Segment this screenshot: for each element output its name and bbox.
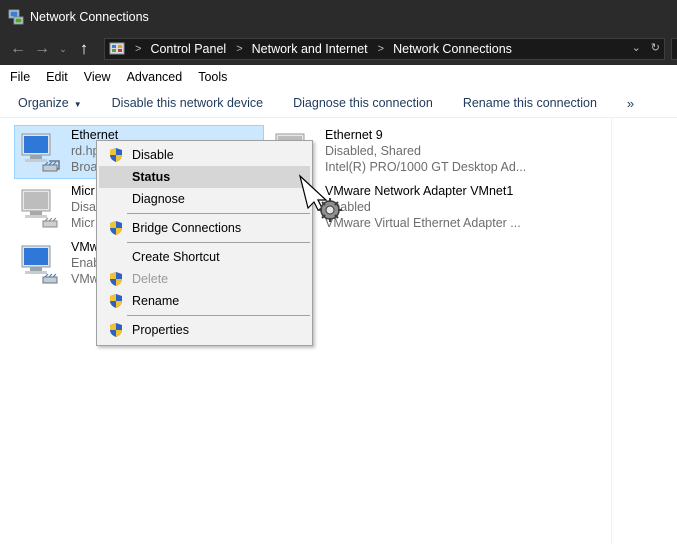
context-menu-delete[interactable]: Delete bbox=[99, 268, 310, 290]
menu-separator bbox=[127, 242, 310, 243]
menu-item-label: Create Shortcut bbox=[132, 250, 220, 264]
menu-bar: File Edit View Advanced Tools bbox=[0, 65, 677, 89]
breadcrumb-separator[interactable]: > bbox=[135, 43, 141, 55]
context-menu-diagnose[interactable]: Diagnose bbox=[99, 188, 310, 210]
recent-locations-chevron-icon[interactable]: ⌄ bbox=[54, 37, 72, 61]
menu-item-label: Status bbox=[132, 170, 171, 184]
control-panel-icon bbox=[109, 41, 125, 57]
context-menu-status[interactable]: Status bbox=[99, 166, 310, 188]
context-menu-create-shortcut[interactable]: Create Shortcut bbox=[99, 246, 310, 268]
context-menu-rename[interactable]: Rename bbox=[99, 290, 310, 312]
uac-shield-icon bbox=[108, 147, 124, 163]
network-adapter-disabled-icon bbox=[19, 187, 63, 231]
refresh-icon[interactable]: ↻ bbox=[651, 41, 660, 54]
network-adapter-icon bbox=[19, 243, 63, 287]
menu-advanced[interactable]: Advanced bbox=[127, 70, 183, 84]
menu-separator bbox=[127, 213, 310, 214]
network-item-text: Ethernet 9 Disabled, Shared Intel(R) PRO… bbox=[325, 127, 526, 175]
address-dropdown-chevron-icon[interactable]: ⌄ bbox=[632, 41, 641, 54]
network-device: VMware Virtual Ethernet Adapter ... bbox=[325, 216, 521, 230]
network-connections-icon bbox=[8, 9, 24, 25]
breadcrumb-separator[interactable]: > bbox=[378, 43, 384, 55]
back-arrow-icon[interactable]: ← bbox=[6, 37, 30, 61]
forward-arrow-icon[interactable]: → bbox=[30, 37, 54, 61]
window-title: Network Connections bbox=[30, 9, 149, 24]
menu-item-label: Disable bbox=[132, 148, 174, 162]
menu-separator bbox=[127, 315, 310, 316]
context-menu-disable[interactable]: Disable bbox=[99, 144, 310, 166]
menu-file[interactable]: File bbox=[10, 70, 30, 84]
navigation-bar: ← → ⌄ ↑ > Control Panel > Network and In… bbox=[0, 33, 677, 65]
network-adapter-icon bbox=[19, 131, 63, 175]
menu-item-label: Bridge Connections bbox=[132, 221, 242, 235]
organize-button[interactable]: Organize ▼ bbox=[18, 96, 82, 110]
menu-item-label: Diagnose bbox=[132, 192, 185, 206]
uac-shield-icon bbox=[108, 271, 124, 287]
organize-label: Organize bbox=[18, 96, 69, 110]
menu-item-label: Rename bbox=[132, 294, 180, 308]
pane-divider bbox=[611, 118, 612, 544]
context-menu-properties[interactable]: Properties bbox=[99, 319, 310, 341]
breadcrumb-network-and-internet[interactable]: Network and Internet bbox=[252, 42, 368, 56]
network-status: Disabled, Shared bbox=[325, 144, 421, 158]
uac-shield-icon bbox=[108, 293, 124, 309]
menu-item-label: Properties bbox=[132, 323, 189, 337]
command-bar: Organize ▼ Disable this network device Di… bbox=[0, 89, 677, 118]
disable-device-button[interactable]: Disable this network device bbox=[112, 96, 263, 110]
uac-shield-icon bbox=[108, 322, 124, 338]
menu-item-label: Delete bbox=[132, 272, 169, 286]
network-device: Intel(R) PRO/1000 GT Desktop Ad... bbox=[325, 160, 527, 174]
menu-tools[interactable]: Tools bbox=[198, 70, 227, 84]
mouse-cursor-icon bbox=[298, 174, 348, 224]
search-box[interactable] bbox=[671, 38, 677, 60]
title-bar: Network Connections bbox=[0, 0, 677, 33]
breadcrumb-network-connections[interactable]: Network Connections bbox=[393, 42, 512, 56]
context-menu-bridge-connections[interactable]: Bridge Connections bbox=[99, 217, 310, 239]
more-commands-chevron-icon[interactable]: » bbox=[627, 96, 634, 111]
menu-edit[interactable]: Edit bbox=[46, 70, 68, 84]
address-bar[interactable]: > Control Panel > Network and Internet >… bbox=[104, 38, 665, 60]
breadcrumb-separator[interactable]: > bbox=[236, 43, 242, 55]
uac-shield-icon bbox=[108, 220, 124, 236]
context-menu: Disable Status Diagnose Bridge Connectio… bbox=[96, 140, 313, 346]
network-item-text: VMware Network Adapter VMnet1 Enabled VM… bbox=[325, 183, 521, 231]
rename-connection-button[interactable]: Rename this connection bbox=[463, 96, 597, 110]
breadcrumb-control-panel[interactable]: Control Panel bbox=[150, 42, 226, 56]
network-name: Ethernet 9 bbox=[325, 128, 383, 142]
dropdown-arrow-icon: ▼ bbox=[73, 100, 82, 109]
menu-view[interactable]: View bbox=[84, 70, 111, 84]
diagnose-connection-button[interactable]: Diagnose this connection bbox=[293, 96, 433, 110]
up-arrow-icon[interactable]: ↑ bbox=[72, 37, 96, 61]
network-name: VMware Network Adapter VMnet1 bbox=[325, 184, 514, 198]
network-status: Enabled bbox=[325, 200, 371, 214]
